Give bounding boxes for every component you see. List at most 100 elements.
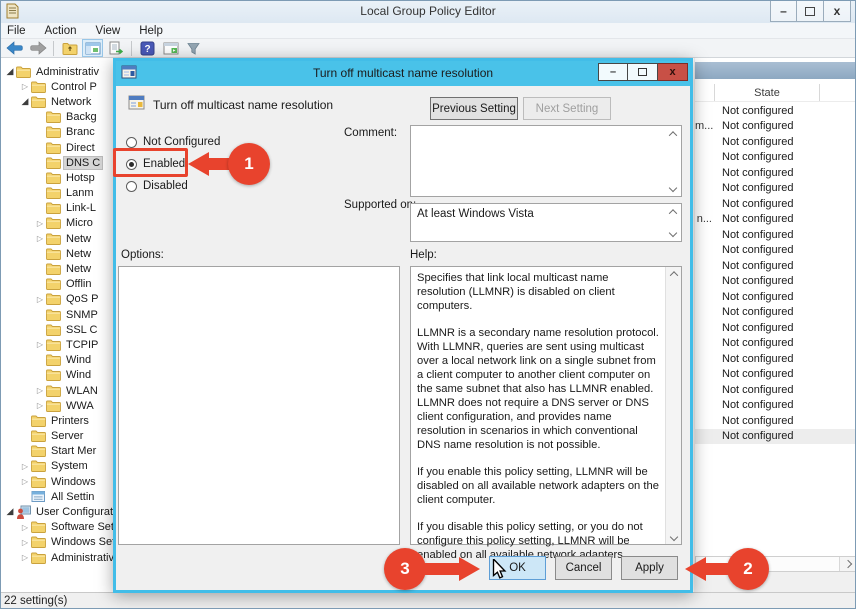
chevron-down-icon xyxy=(669,184,677,192)
folder-icon xyxy=(46,202,63,214)
toolbar-separator xyxy=(53,41,54,56)
settings-row[interactable]: Not configured xyxy=(695,243,856,259)
step2-arrow-icon xyxy=(685,557,706,581)
help-text: Specifies that link local multicast name… xyxy=(417,271,660,575)
expander-open-icon[interactable]: ◢ xyxy=(19,97,31,107)
supported-on-value: At least Windows Vista xyxy=(417,208,534,220)
column-stub-left[interactable] xyxy=(695,84,715,101)
scroll-up-button[interactable] xyxy=(667,128,679,140)
settings-row[interactable]: Not configured xyxy=(695,320,856,336)
options-label: Options: xyxy=(121,249,164,261)
expander-closed-icon[interactable]: ▷ xyxy=(19,538,31,547)
settings-row[interactable]: Not configured xyxy=(695,227,856,243)
expander-closed-icon[interactable]: ▷ xyxy=(19,82,31,91)
help-icon[interactable]: ? xyxy=(137,39,158,57)
folder-icon xyxy=(46,278,63,290)
setting-state: Not configured xyxy=(715,151,794,163)
expander-open-icon[interactable]: ◢ xyxy=(4,67,16,77)
dialog-close-button[interactable]: x xyxy=(658,63,688,81)
apply-button[interactable]: Apply xyxy=(621,556,678,580)
settings-row[interactable]: Not configured xyxy=(695,274,856,290)
status-text: 22 setting(s) xyxy=(4,595,67,607)
menu-file[interactable]: File xyxy=(7,25,26,37)
help-scrollbar[interactable] xyxy=(665,267,681,544)
menu-help[interactable]: Help xyxy=(139,25,163,37)
column-stub-right[interactable] xyxy=(820,84,856,101)
menu-action[interactable]: Action xyxy=(45,25,77,37)
scroll-down-button[interactable] xyxy=(666,530,681,544)
scroll-right-button[interactable] xyxy=(839,557,855,571)
next-setting-button[interactable]: Next Setting xyxy=(523,97,611,120)
cancel-button[interactable]: Cancel xyxy=(555,556,612,580)
tree-item-label: Link-L xyxy=(63,201,99,215)
folder-icon xyxy=(46,217,63,229)
settings-row[interactable]: m...Not configured xyxy=(695,119,856,135)
expander-closed-icon[interactable]: ▷ xyxy=(34,340,46,349)
show-console-tree-icon[interactable] xyxy=(82,39,103,57)
scroll-down-button[interactable] xyxy=(667,227,679,239)
expander-closed-icon[interactable]: ▷ xyxy=(19,477,31,486)
filter-icon[interactable] xyxy=(183,39,204,57)
chevron-up-icon xyxy=(669,271,677,279)
scroll-up-button[interactable] xyxy=(667,206,679,218)
settings-row[interactable]: Not configured xyxy=(695,413,856,429)
expander-closed-icon[interactable]: ▷ xyxy=(19,462,31,471)
expander-closed-icon[interactable]: ▷ xyxy=(19,553,31,562)
column-header-state[interactable]: State xyxy=(715,84,820,101)
help-paragraph: Specifies that link local multicast name… xyxy=(417,271,660,313)
setting-state: Not configured xyxy=(715,384,794,396)
folder-icon xyxy=(46,400,63,412)
scroll-down-button[interactable] xyxy=(667,182,679,194)
close-button[interactable]: x xyxy=(824,0,851,22)
forward-icon[interactable] xyxy=(27,39,48,57)
minimize-button[interactable]: – xyxy=(770,0,797,22)
tree-item-label: Netw xyxy=(63,232,94,246)
expander-closed-icon[interactable]: ▷ xyxy=(34,386,46,395)
export-list-icon[interactable] xyxy=(105,39,126,57)
settings-row[interactable]: Not configured xyxy=(695,289,856,305)
back-icon[interactable] xyxy=(4,39,25,57)
settings-row[interactable]: Not configured xyxy=(695,351,856,367)
settings-row[interactable]: Not configured xyxy=(695,181,856,197)
menu-view[interactable]: View xyxy=(96,25,121,37)
radio-disabled[interactable]: Disabled xyxy=(126,177,188,195)
settings-row[interactable]: Not configured xyxy=(695,196,856,212)
help-box: Specifies that link local multicast name… xyxy=(410,266,682,545)
radio-indicator xyxy=(126,181,137,192)
tree-item-label: Server xyxy=(48,429,86,443)
expander-closed-icon[interactable]: ▷ xyxy=(34,234,46,243)
settings-row[interactable]: Not configured xyxy=(695,398,856,414)
extended-view-icon[interactable] xyxy=(160,39,181,57)
dialog-minimize-button[interactable]: – xyxy=(598,63,628,81)
expander-open-icon[interactable]: ◢ xyxy=(4,507,16,517)
settings-row[interactable]: Not configured xyxy=(695,165,856,181)
tree-item-label: System xyxy=(48,459,91,473)
scroll-up-button[interactable] xyxy=(666,267,681,281)
settings-row[interactable]: Not configured xyxy=(695,336,856,352)
setting-state: Not configured xyxy=(715,291,794,303)
expander-closed-icon[interactable]: ▷ xyxy=(19,523,31,532)
dialog-maximize-button[interactable] xyxy=(628,63,658,81)
previous-setting-button[interactable]: Previous Setting xyxy=(430,97,518,120)
expander-closed-icon[interactable]: ▷ xyxy=(34,295,46,304)
folder-icon xyxy=(31,81,48,93)
settings-row[interactable]: Not configured xyxy=(695,150,856,166)
folder-up-icon[interactable] xyxy=(59,39,80,57)
maximize-button[interactable] xyxy=(797,0,824,22)
comment-textarea[interactable] xyxy=(410,125,682,197)
settings-row[interactable]: Not configured xyxy=(695,382,856,398)
settings-row[interactable]: Not configured xyxy=(695,305,856,321)
expander-closed-icon[interactable]: ▷ xyxy=(34,219,46,228)
settings-row[interactable]: Not configured xyxy=(695,258,856,274)
tree-item-label: Administrativ xyxy=(33,65,102,79)
settings-row[interactable]: Not configured xyxy=(695,134,856,150)
expander-closed-icon[interactable]: ▷ xyxy=(34,401,46,410)
folder-icon xyxy=(46,385,63,397)
settings-row[interactable]: n...Not configured xyxy=(695,212,856,228)
tree-item-label: Netw xyxy=(63,262,94,276)
settings-row[interactable]: Not configured xyxy=(695,367,856,383)
settings-row[interactable]: Not configured xyxy=(695,429,856,445)
svg-text:?: ? xyxy=(144,44,150,55)
settings-row[interactable]: Not configured xyxy=(695,103,856,119)
tree-item-label: DNS C xyxy=(63,156,103,170)
